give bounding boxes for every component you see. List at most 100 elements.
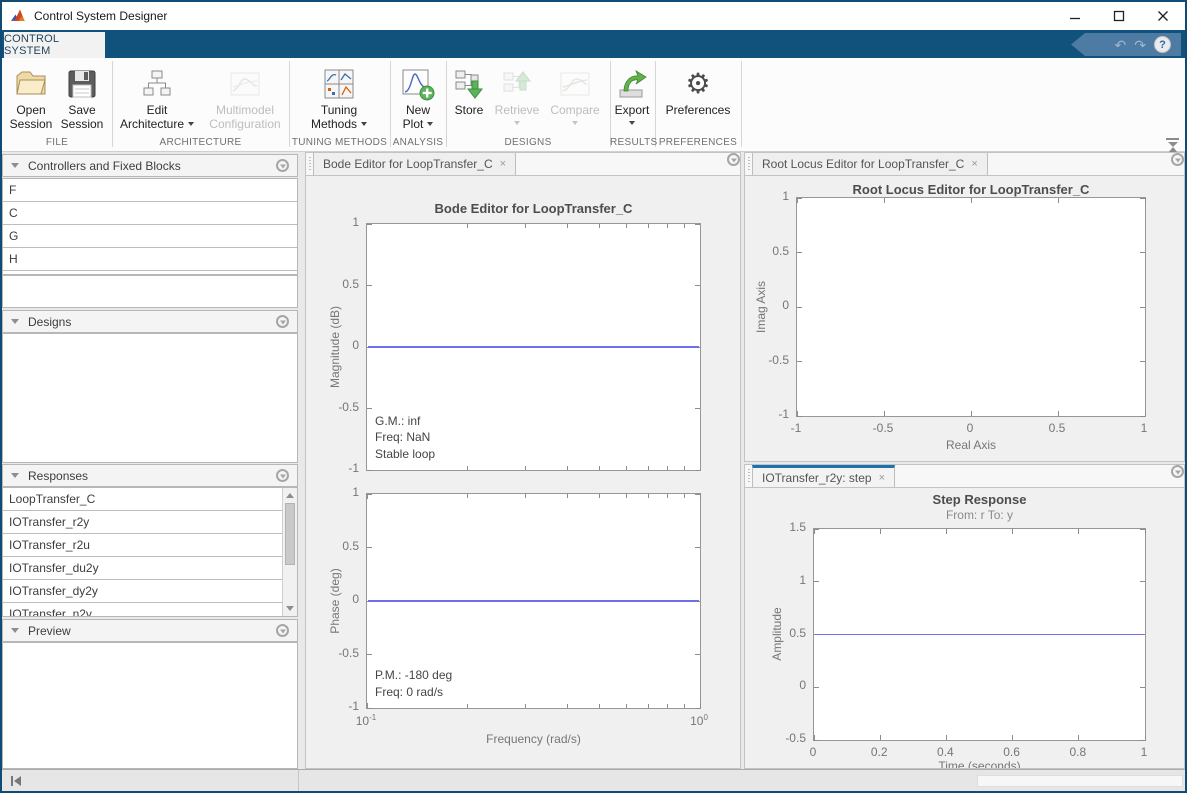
- new-plot-button[interactable]: NewPlot: [393, 62, 443, 131]
- scrollbar-thumb[interactable]: [285, 503, 295, 565]
- group-label-designs: DESIGNS: [446, 137, 610, 149]
- collapse-triangle-icon: [11, 163, 19, 168]
- status-bar: [2, 769, 1185, 791]
- open-session-button[interactable]: OpenSession: [8, 62, 54, 131]
- bode-plot-title: Bode Editor for LoopTransfer_C: [366, 201, 701, 216]
- panel-header-responses[interactable]: Responses: [2, 464, 298, 487]
- y-tick-label: 0.5: [342, 277, 359, 291]
- dropdown-caret-icon: [188, 122, 194, 126]
- y-tick-label: -1: [348, 699, 359, 713]
- list-item[interactable]: IOTransfer_dy2y: [3, 580, 297, 603]
- real-axis-label: Real Axis: [796, 438, 1146, 452]
- list-item[interactable]: H: [3, 248, 297, 271]
- maximize-button[interactable]: [1097, 3, 1141, 29]
- scroll-up-icon[interactable]: [286, 493, 294, 498]
- export-icon: [615, 66, 649, 102]
- panel-header-controllers[interactable]: Controllers and Fixed Blocks: [2, 154, 298, 177]
- y-tick-label: 0: [352, 338, 359, 352]
- preferences-button[interactable]: ⚙ Preferences: [658, 62, 738, 118]
- window-title: Control System Designer: [34, 9, 167, 23]
- group-separator: [446, 61, 447, 147]
- list-item[interactable]: G: [3, 225, 297, 248]
- panel-title: Responses: [28, 469, 88, 483]
- drag-handle[interactable]: [745, 157, 752, 171]
- response-line[interactable]: [368, 600, 699, 602]
- response-line[interactable]: [815, 634, 1144, 636]
- response-line[interactable]: [368, 346, 699, 348]
- save-session-button[interactable]: SaveSession: [59, 62, 105, 131]
- group-label-results: RESULTS: [610, 137, 655, 149]
- group-separator: [741, 61, 742, 147]
- list-item[interactable]: LoopTransfer_C: [3, 488, 297, 511]
- x-tick-label: 0.2: [871, 745, 888, 759]
- tab-control-system[interactable]: CONTROL SYSTEM: [4, 32, 105, 58]
- status-progress-area: [977, 775, 1183, 787]
- list-item[interactable]: IOTransfer_r2y: [3, 511, 297, 534]
- close-tab-icon[interactable]: ×: [971, 158, 977, 170]
- y-tick-label: 1: [352, 485, 359, 499]
- redo-icon[interactable]: ↷: [1134, 38, 1146, 52]
- tab-root-locus[interactable]: Root Locus Editor for LoopTransfer_C ×: [752, 153, 988, 175]
- open-folder-icon: [14, 66, 48, 102]
- bode-editor-panel: Bode Editor for LoopTransfer_C × Bode Ed…: [305, 152, 741, 769]
- list-item[interactable]: F: [3, 179, 297, 202]
- tab-step-response[interactable]: IOTransfer_r2y: step ×: [752, 465, 895, 487]
- tab-actions-icon[interactable]: [1171, 153, 1184, 166]
- scroll-down-icon[interactable]: [286, 606, 294, 611]
- group-separator: [112, 61, 113, 147]
- step-response-subtitle: From: r To: y: [813, 508, 1146, 522]
- y-tick-label: -1: [778, 407, 789, 421]
- panel-actions-icon[interactable]: [276, 469, 289, 482]
- panel-actions-icon[interactable]: [276, 159, 289, 172]
- responses-list: LoopTransfer_CIOTransfer_r2yIOTransfer_r…: [2, 487, 298, 617]
- bode-content: Bode Editor for LoopTransfer_C G.M.: inf…: [306, 176, 740, 768]
- responses-scrollbar[interactable]: [282, 488, 297, 616]
- list-item[interactable]: IOTransfer_n2y: [3, 603, 297, 617]
- panel-actions-icon[interactable]: [276, 315, 289, 328]
- bode-phase-axes[interactable]: P.M.: -180 deg Freq: 0 rad/s 10.50-0.5-1…: [366, 493, 701, 709]
- panel-actions-icon[interactable]: [276, 624, 289, 637]
- matlab-logo-icon: [10, 8, 26, 24]
- bode-magnitude-axes[interactable]: G.M.: inf Freq: NaN Stable loop 10.50-0.…: [366, 223, 701, 471]
- list-item[interactable]: IOTransfer_r2u: [3, 534, 297, 557]
- y-tick-label: 0.5: [789, 626, 806, 640]
- y-tick-label: 0.5: [342, 539, 359, 553]
- close-tab-icon[interactable]: ×: [500, 158, 506, 170]
- drag-handle[interactable]: [306, 157, 313, 171]
- tab-actions-icon[interactable]: [727, 153, 740, 166]
- dropdown-caret-icon: [572, 121, 578, 125]
- help-icon[interactable]: ?: [1154, 36, 1171, 53]
- tab-actions-icon[interactable]: [1171, 465, 1184, 478]
- list-item[interactable]: C: [3, 202, 297, 225]
- collapse-sidebar-icon[interactable]: [11, 776, 21, 786]
- margin-annotation: P.M.: -180 deg Freq: 0 rad/s: [375, 667, 452, 700]
- store-button[interactable]: Store: [450, 62, 488, 118]
- close-button[interactable]: [1141, 3, 1185, 29]
- panel-title: Designs: [28, 315, 71, 329]
- root-locus-axes[interactable]: 10.50-0.5-1-1-0.500.51: [796, 197, 1146, 417]
- tuning-methods-button[interactable]: TuningMethods: [296, 62, 382, 131]
- minimize-button[interactable]: [1053, 3, 1097, 29]
- edit-architecture-button[interactable]: EditArchitecture: [114, 62, 200, 131]
- dropdown-caret-icon: [361, 122, 367, 126]
- y-tick-label: 1.5: [789, 520, 806, 534]
- export-button[interactable]: Export: [610, 62, 654, 125]
- multimodel-configuration-button: MultimodelConfiguration: [202, 62, 288, 131]
- y-tick-label: 0: [799, 678, 806, 692]
- step-axes[interactable]: 1.510.50-0.500.20.40.60.81: [813, 528, 1146, 741]
- architecture-icon: [140, 66, 174, 102]
- drag-handle[interactable]: [745, 469, 752, 483]
- panel-header-designs[interactable]: Designs: [2, 310, 298, 333]
- group-separator: [289, 61, 290, 147]
- y-tick-label: -0.5: [338, 646, 359, 660]
- group-label-architecture: ARCHITECTURE: [112, 137, 289, 149]
- close-tab-icon[interactable]: ×: [879, 472, 885, 484]
- tab-bode-editor[interactable]: Bode Editor for LoopTransfer_C ×: [313, 153, 516, 175]
- undo-icon[interactable]: ↶: [1115, 38, 1127, 52]
- list-item[interactable]: IOTransfer_du2y: [3, 557, 297, 580]
- panel-header-preview[interactable]: Preview: [2, 619, 298, 642]
- dropdown-caret-icon: [427, 122, 433, 126]
- save-icon: [65, 66, 99, 102]
- data-browser-sidebar: Controllers and Fixed Blocks FCGH Design…: [2, 152, 298, 769]
- collapse-ribbon-icon[interactable]: [1166, 138, 1179, 148]
